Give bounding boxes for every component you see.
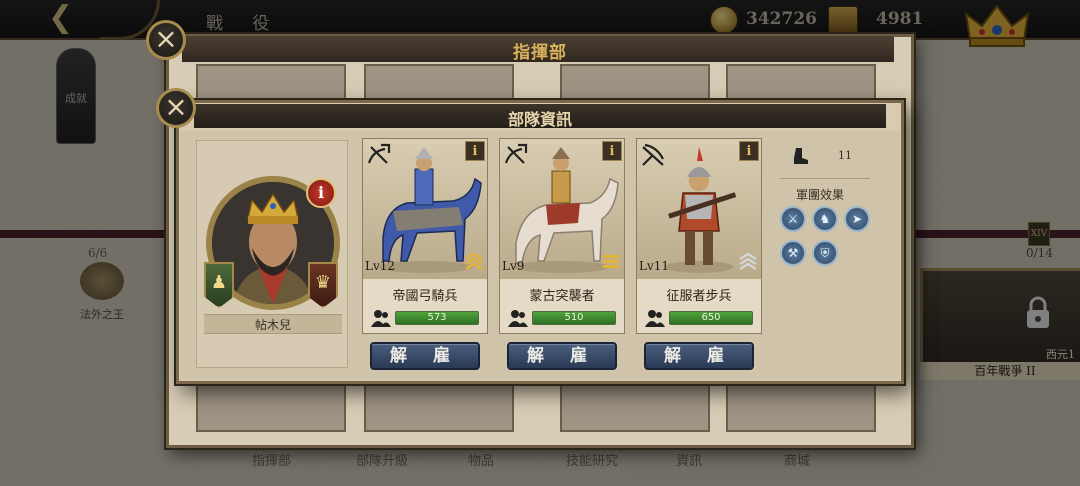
dismiss-button[interactable]: 解 雇 bbox=[507, 342, 617, 370]
soldier-count-bar: 510 bbox=[532, 311, 616, 325]
unit-level: Lv12 bbox=[365, 259, 396, 273]
unit-name: 帝國弓騎兵 bbox=[392, 289, 458, 304]
soldiers-icon bbox=[508, 310, 528, 327]
soldier-count: 650 bbox=[701, 312, 721, 323]
hq-slot[interactable] bbox=[560, 384, 710, 432]
gold-bars-rank-icon bbox=[603, 255, 619, 268]
unit-level: Lv11 bbox=[639, 259, 670, 273]
soldier-count-bar: 573 bbox=[395, 311, 479, 325]
general-info-button[interactable]: i bbox=[306, 178, 336, 208]
unit-name: 征服者步兵 bbox=[666, 289, 732, 304]
soldiers-icon bbox=[371, 310, 391, 327]
hq-close-button[interactable]: × bbox=[146, 20, 186, 60]
unit-info-title: 部隊資訊 bbox=[507, 110, 572, 129]
march-speed-value: 11 bbox=[838, 149, 852, 162]
general-name: 帖木兒 bbox=[254, 318, 291, 332]
divider bbox=[780, 178, 870, 179]
hq-slot[interactable] bbox=[726, 384, 876, 432]
boot-icon bbox=[794, 148, 808, 164]
shield-effect-icon[interactable]: ⛨ bbox=[812, 240, 838, 266]
unit-level: Lv9 bbox=[502, 259, 525, 273]
hq-slot[interactable] bbox=[196, 384, 346, 432]
soldier-count: 510 bbox=[564, 312, 584, 323]
gold-chevron-rank-icon bbox=[465, 252, 483, 271]
silver-chevron-rank-icon bbox=[739, 252, 757, 271]
infantry-effect-icon[interactable]: ⚔ bbox=[780, 206, 806, 232]
unit-card[interactable]: i Lv12 帝國弓騎兵 573 bbox=[362, 138, 488, 334]
unit-info-button[interactable]: i bbox=[465, 141, 485, 161]
unit-card[interactable]: i Lv11 征服者步兵 650 bbox=[636, 138, 762, 334]
mounted-archer-icon bbox=[504, 143, 528, 164]
hq-title: 指揮部 bbox=[513, 43, 567, 63]
mounted-archer-icon bbox=[367, 143, 391, 164]
crossbow-icon bbox=[642, 143, 664, 166]
cavalry-effect-icon[interactable]: ♞ bbox=[812, 206, 838, 232]
unit-card[interactable]: i Lv9 蒙古突襲者 510 bbox=[499, 138, 625, 334]
unit-name: 蒙古突襲者 bbox=[529, 289, 595, 304]
close-icon[interactable]: × bbox=[156, 88, 196, 128]
soldiers-icon bbox=[645, 310, 665, 327]
dismiss-button[interactable]: 解 雇 bbox=[644, 342, 754, 370]
unit-info-button[interactable]: i bbox=[739, 141, 759, 161]
unit-info-button[interactable]: i bbox=[602, 141, 622, 161]
soldier-count-bar: 650 bbox=[669, 311, 753, 325]
soldier-count: 573 bbox=[427, 312, 447, 323]
legion-effects-label: 軍團效果 bbox=[796, 188, 845, 202]
archer-effect-icon[interactable]: ➤ bbox=[844, 206, 870, 232]
hq-slot[interactable] bbox=[364, 384, 514, 432]
siege-effect-icon[interactable]: ⚒ bbox=[780, 240, 806, 266]
dismiss-button[interactable]: 解 雇 bbox=[370, 342, 480, 370]
